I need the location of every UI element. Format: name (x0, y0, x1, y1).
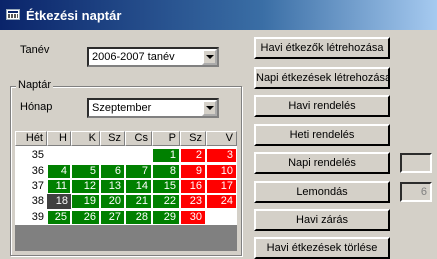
naptar-group-label: Naptár (16, 79, 54, 91)
lemondas-button[interactable]: Lemondás (254, 181, 390, 203)
week-number: 35 (15, 148, 47, 163)
week-number: 37 (15, 179, 47, 194)
week-number: 38 (15, 194, 47, 209)
calendar-day[interactable]: 4 (47, 164, 71, 179)
calendar-day[interactable]: 30 (180, 210, 206, 225)
calendar-day[interactable]: 26 (71, 210, 100, 225)
calendar-day[interactable]: 2 (180, 148, 206, 163)
calendar-day[interactable]: 17 (206, 179, 237, 194)
calendar-day[interactable]: 27 (100, 210, 125, 225)
calendar-footer (15, 225, 237, 251)
calendar-header-5: P (152, 131, 180, 146)
calendar-day[interactable]: 23 (180, 194, 206, 209)
calendar-day[interactable]: 19 (71, 194, 100, 209)
havi-etkezesek-torlese-button[interactable]: Havi étkezések törlése (254, 237, 390, 259)
tanev-value: 2006-2007 tanév (92, 51, 175, 63)
calendar-day[interactable]: 24 (206, 194, 237, 209)
chevron-down-icon[interactable] (202, 100, 217, 116)
calendar-day[interactable]: 14 (125, 179, 152, 194)
calendar-day[interactable]: 15 (152, 179, 180, 194)
window-calendar-icon (6, 9, 20, 20)
calendar-day[interactable]: 7 (125, 164, 152, 179)
calendar-day (47, 148, 71, 163)
calendar-day[interactable]: 22 (152, 194, 180, 209)
honap-label: Hónap (20, 101, 53, 113)
calendar-day (206, 210, 237, 225)
calendar-day[interactable]: 21 (125, 194, 152, 209)
calendar-header-1: H (47, 131, 71, 146)
calendar-header-6: Sz (180, 131, 206, 146)
calendar-day[interactable]: 20 (100, 194, 125, 209)
calendar-day[interactable]: 1 (152, 148, 180, 163)
calendar-day (100, 148, 125, 163)
napi-rendeles-field[interactable] (400, 153, 432, 173)
calendar-day[interactable]: 10 (206, 164, 237, 179)
calendar-day[interactable]: 5 (71, 164, 100, 179)
calendar-day[interactable]: 8 (152, 164, 180, 179)
calendar-day (71, 148, 100, 163)
calendar-day[interactable]: 13 (100, 179, 125, 194)
havi-rendeles-button[interactable]: Havi rendelés (254, 95, 390, 117)
calendar-day[interactable]: 3 (206, 148, 237, 163)
honap-value: Szeptember (92, 102, 152, 114)
window-title: Étkezési naptár (26, 8, 122, 23)
tanev-select[interactable]: 2006-2007 tanév (87, 47, 219, 67)
napi-etkezesek-button[interactable]: Napi étkezések létrehozása (254, 67, 390, 89)
havi-zaras-button[interactable]: Havi zárás (254, 209, 390, 231)
heti-rendeles-button[interactable]: Heti rendelés (254, 124, 390, 146)
calendar-header-7: V (206, 131, 237, 146)
calendar-day[interactable]: 16 (180, 179, 206, 194)
calendar-header-3: Sz (100, 131, 125, 146)
honap-select[interactable]: Szeptember (87, 98, 219, 118)
chevron-down-icon[interactable] (202, 49, 217, 65)
calendar-day[interactable]: 18 (47, 194, 71, 209)
calendar-day[interactable]: 11 (47, 179, 71, 194)
calendar-header-4: Cs (125, 131, 152, 146)
calendar-day[interactable]: 6 (100, 164, 125, 179)
week-number: 39 (15, 210, 47, 225)
week-number: 36 (15, 164, 47, 179)
napi-rendeles-button[interactable]: Napi rendelés (254, 152, 390, 174)
title-bar[interactable]: Étkezési naptár (0, 0, 437, 30)
calendar-day[interactable]: 29 (152, 210, 180, 225)
calendar-day[interactable]: 9 (180, 164, 206, 179)
calendar-day (125, 148, 152, 163)
calendar-day[interactable]: 28 (125, 210, 152, 225)
havi-etkezok-button[interactable]: Havi étkezők létrehozása (254, 37, 390, 59)
calendar-header-0: Hét (15, 131, 47, 146)
calendar-day[interactable]: 25 (47, 210, 71, 225)
lemondas-field[interactable]: 6 (400, 182, 432, 202)
calendar-header-2: K (71, 131, 100, 146)
calendar-day[interactable]: 12 (71, 179, 100, 194)
tanev-label: Tanév (20, 44, 50, 56)
